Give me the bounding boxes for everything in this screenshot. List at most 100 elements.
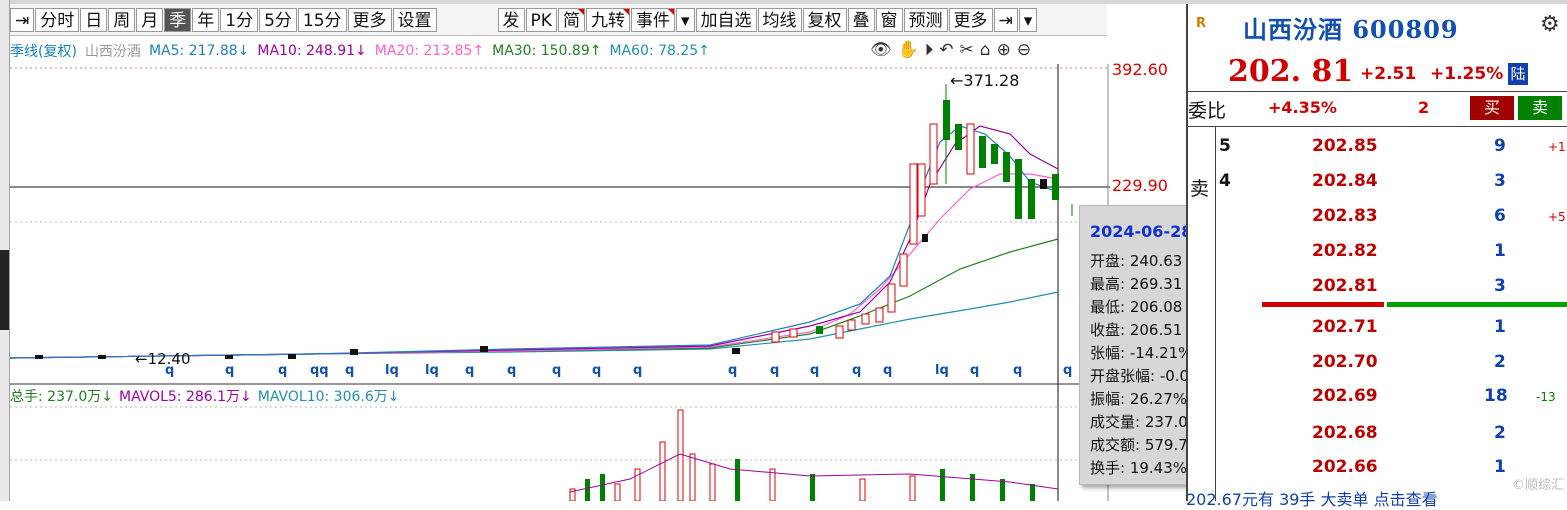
left-side-tab-strip[interactable]	[0, 0, 10, 501]
svg-text:q: q	[225, 363, 234, 378]
ask-ratio-bar	[1262, 302, 1384, 307]
lu-badge[interactable]: 陆	[1508, 63, 1528, 85]
panel-divider-2	[1186, 126, 1567, 127]
toolbar-arrow-button[interactable]: ⇥	[10, 7, 35, 32]
ask-price[interactable]: 202.82	[1312, 241, 1378, 261]
tool-jian[interactable]: 简	[557, 7, 585, 32]
more-tools-button[interactable]: 更多	[948, 7, 993, 32]
ask-volume: 6	[1494, 206, 1506, 226]
tooltip-low: 最低: 206.08	[1090, 298, 1183, 316]
bid-price[interactable]: 202.68	[1312, 423, 1378, 443]
tab-quarter[interactable]: 季	[164, 7, 192, 32]
ma5-label: MA5: 217.88↓	[148, 43, 250, 59]
svg-text:lq: lq	[935, 363, 949, 378]
tool-dropdown[interactable]: ▾	[675, 7, 695, 32]
ask-price[interactable]: 202.81	[1312, 276, 1378, 296]
svg-text:q: q	[507, 363, 516, 378]
weicha-value: 2	[1418, 98, 1430, 117]
svg-text:q: q	[770, 363, 779, 378]
expand-dropdown[interactable]: ▾	[1018, 7, 1038, 32]
bid-volume: 2	[1494, 352, 1506, 372]
play-icon[interactable]: ⏵	[925, 40, 934, 60]
tab-year[interactable]: 年	[192, 7, 220, 32]
tab-month[interactable]: 月	[136, 7, 164, 32]
panel-divider-1	[1186, 91, 1567, 92]
tooltip-close: 收盘: 206.51	[1090, 321, 1183, 339]
svg-text:q: q	[278, 363, 287, 378]
ask-delta: +5	[1548, 210, 1566, 224]
ma10-line	[10, 125, 1059, 359]
hand-icon[interactable]: ✋	[898, 40, 919, 60]
eye-icon[interactable]: 👁	[870, 40, 892, 60]
ask-level: 4	[1219, 171, 1231, 191]
buy-button[interactable]: 买	[1470, 96, 1514, 120]
current-price: 202. 81	[1228, 54, 1354, 89]
sell-button[interactable]: 卖	[1518, 96, 1562, 120]
adjust-button[interactable]: 复权	[802, 7, 847, 32]
ask-price[interactable]: 202.84	[1312, 171, 1378, 191]
settings-button[interactable]: 设置	[392, 7, 437, 32]
cut-icon[interactable]: ✂	[960, 40, 974, 60]
tooltip-change: 张幅: -14.21%	[1090, 344, 1193, 362]
tab-intraday[interactable]: 分时	[35, 7, 80, 32]
tab-15min[interactable]: 15分	[297, 7, 347, 32]
tool-jiuzhuan[interactable]: 九转	[585, 7, 630, 32]
price-change-pct: +1.25%	[1430, 64, 1504, 84]
svg-text:q: q	[552, 363, 561, 378]
tool-pk[interactable]: PK	[525, 7, 557, 32]
ma-button[interactable]: 均线	[757, 7, 802, 32]
big-order-notice[interactable]: 202.67元有 39手 大卖单 点击查看	[1186, 486, 1438, 510]
volume-bars	[569, 409, 1059, 501]
undo-icon[interactable]: ↶	[939, 40, 953, 60]
ask-price[interactable]: 202.83	[1312, 206, 1378, 226]
tooltip-open: 开盘: 240.63	[1090, 252, 1183, 270]
sell-side-label: 卖	[1190, 178, 1210, 200]
tab-day[interactable]: 日	[80, 7, 108, 32]
lock-icon[interactable]: ⌂	[980, 40, 991, 60]
bid-volume: 2	[1494, 423, 1506, 443]
watermark-text: ©顺综汇	[1512, 478, 1565, 493]
ask-price[interactable]: 202.85	[1312, 136, 1378, 156]
bid-price[interactable]: 202.71	[1312, 317, 1378, 337]
gear-icon[interactable]: ⚙	[1540, 12, 1560, 37]
window-button[interactable]: 窗	[875, 7, 903, 32]
ask-volume: 3	[1494, 171, 1506, 191]
tab-5min[interactable]: 5分	[259, 7, 297, 32]
tab-more[interactable]: 更多	[347, 7, 392, 32]
svg-text:qq: qq	[310, 363, 329, 378]
tooltip-turnover: 换手: 19.43%	[1090, 459, 1188, 477]
price-axis-top: 392.60	[1112, 60, 1168, 79]
bid-delta: -13	[1536, 390, 1556, 404]
kline-chart[interactable]: qqq qq q lq lq q q qqq qqq q q lq qqq ←371.28 …	[10, 64, 1110, 501]
bid-price[interactable]: 202.69	[1312, 386, 1378, 406]
tool-events[interactable]: 事件	[630, 7, 675, 32]
tooltip-amplitude: 振幅: 26.27%	[1090, 390, 1188, 408]
add-watchlist-button[interactable]: 加自选	[695, 7, 757, 32]
chart-title: 季线(复权)	[10, 44, 77, 60]
expand-icon[interactable]: ⇥	[993, 7, 1018, 32]
bid-volume: 1	[1494, 317, 1506, 337]
stock-name-faded: 山西汾酒	[84, 44, 141, 60]
zoom-in-icon[interactable]: ⊕	[997, 40, 1011, 60]
bid-price[interactable]: 202.70	[1312, 352, 1378, 372]
ma60-label: MA60: 78.25↑	[609, 43, 710, 59]
low-annotation: ←12.40	[135, 350, 191, 368]
ask-volume: 1	[1494, 241, 1506, 261]
ma5-line	[10, 125, 1059, 359]
active-side-tab[interactable]	[0, 250, 9, 330]
ask-level: 5	[1219, 136, 1231, 156]
tab-week[interactable]: 周	[108, 7, 136, 32]
bid-price[interactable]: 202.66	[1312, 457, 1378, 477]
zoom-out-icon[interactable]: ⊖	[1017, 40, 1031, 60]
tool-fa[interactable]: 发	[497, 7, 525, 32]
high-annotation: ←371.28	[950, 71, 1019, 90]
ma10-label: MA10: 248.91↓	[257, 43, 367, 59]
svg-text:lq: lq	[425, 363, 439, 378]
total-vol-label: 总手: 237.0万↓	[10, 389, 113, 405]
forecast-button[interactable]: 预测	[903, 7, 948, 32]
svg-text:q: q	[1013, 363, 1022, 378]
orderbook-divider	[1215, 127, 1216, 501]
tab-1min[interactable]: 1分	[220, 7, 259, 32]
overlay-button[interactable]: 叠	[847, 7, 875, 32]
weibi-label: 委比	[1188, 100, 1227, 122]
